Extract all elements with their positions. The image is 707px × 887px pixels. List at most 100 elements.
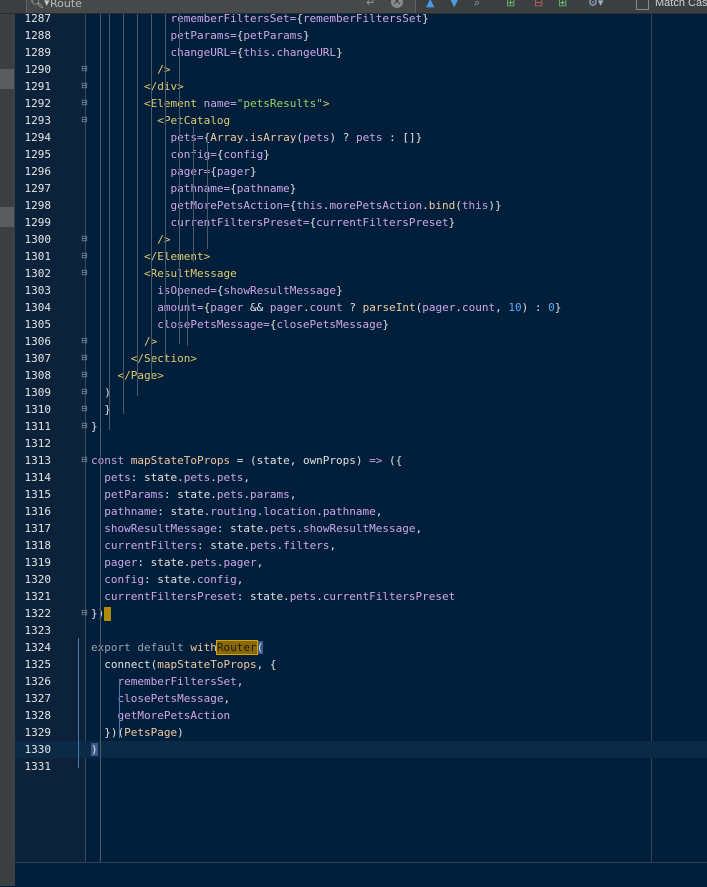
code-token: pets [216, 471, 244, 484]
code-line[interactable]: 1331 [15, 758, 707, 775]
fold-marker-icon[interactable]: ⊟ [81, 370, 88, 379]
code-line[interactable]: 1303 isOpened={showResultMessage} [15, 282, 707, 299]
code-token: export default [91, 641, 191, 654]
code-token: this [296, 199, 323, 212]
code-line[interactable]: 1293 ⊟ <PetCatalog [15, 112, 707, 129]
arrow-down-icon[interactable]: ▼ [450, 0, 458, 9]
code-token: rememberFiltersSet= [91, 12, 297, 25]
code-token: , [495, 301, 509, 314]
code-token: with [190, 641, 217, 654]
match-case-checkbox[interactable] [636, 0, 649, 10]
code-line[interactable]: 1322 ⊟}) [15, 605, 707, 622]
code-line[interactable]: 1311 ⊟} [15, 418, 707, 435]
fold-marker-icon[interactable]: ⊟ [81, 336, 88, 345]
code-line[interactable]: 1306 ⊟ /> [15, 333, 707, 350]
code-line[interactable]: 1302 ⊟ <ResultMessage [15, 265, 707, 282]
code-token: getMorePetsAction [91, 709, 231, 722]
code-line[interactable]: 1316 pathname: state.routing.location.pa… [15, 503, 707, 520]
search-query[interactable]: Route [50, 0, 82, 10]
code-line[interactable]: 1291 ⊟ </div> [15, 78, 707, 95]
code-token: pets= [91, 131, 204, 144]
fold-marker-icon[interactable]: ⊟ [81, 115, 88, 124]
code-line[interactable]: 1312 [15, 435, 707, 452]
find-in-selection-icon[interactable]: ⌕ [474, 0, 480, 10]
line-number: 1296 [24, 165, 52, 178]
left-tool-strip [0, 14, 15, 886]
code-line[interactable]: 1301 ⊟ </Element> [15, 248, 707, 265]
code-line[interactable]: 1290 ⊟ /> [15, 61, 707, 78]
settings-icon[interactable]: ⚙▾ [588, 0, 603, 9]
code-text: }) [91, 605, 112, 622]
code-line[interactable]: 1297 pathname={pathname} [15, 180, 707, 197]
code-token: . [455, 301, 462, 314]
code-token: pets [91, 471, 131, 484]
strip-marker[interactable] [0, 207, 14, 227]
code-line[interactable]: 1307 ⊟ </Section> [15, 350, 707, 367]
code-line[interactable]: 1305 closePetsMessage={closePetsMessage} [15, 316, 707, 333]
code-token: . [243, 131, 250, 144]
code-line[interactable]: 1292 ⊟ <Element name="petsResults"> [15, 95, 707, 112]
code-text: /> [91, 231, 170, 248]
code-line[interactable]: 1289 changeURL={this.changeURL} [15, 44, 707, 61]
code-text: showResultMessage: state.pets.showResult… [91, 520, 422, 537]
code-line[interactable]: 1321 currentFiltersPreset: state.pets.cu… [15, 588, 707, 605]
code-line[interactable]: 1318 currentFilters: state.pets.filters, [15, 537, 707, 554]
fold-marker-icon[interactable]: ⊟ [81, 234, 88, 243]
code-line[interactable]: 1300 ⊟ /> [15, 231, 707, 248]
code-line[interactable]: 1323 [15, 622, 707, 639]
line-number: 1298 [24, 199, 52, 212]
code-line[interactable]: 1320 config: state.config, [15, 571, 707, 588]
code-line[interactable]: 1296 pager={pager} [15, 163, 707, 180]
fold-marker-icon[interactable]: ⊟ [81, 421, 88, 430]
code-token: } [448, 216, 456, 229]
fold-marker-icon[interactable]: ⊟ [81, 98, 88, 107]
fold-marker-icon[interactable]: ⊟ [81, 251, 88, 260]
code-token: 10 [508, 301, 522, 314]
code-token: mapStateToProps [157, 658, 257, 671]
code-line[interactable]: 1313 ⊟ const mapStateToProps = (state, own… [15, 452, 707, 469]
code-line[interactable]: 1308 ⊟ </Page> [15, 367, 707, 384]
strip-marker[interactable] [0, 69, 14, 89]
code-text: </Page> [91, 367, 163, 384]
code-line[interactable]: 1314 pets: state.pets.pets, [15, 469, 707, 486]
code-line[interactable]: 1304 amount={pager && pager.count ? pars… [15, 299, 707, 316]
code-line[interactable]: 1310 ⊟ } [15, 401, 707, 418]
fold-marker-icon[interactable]: ⊟ [81, 81, 88, 90]
add-occurrence-icon[interactable]: ⊞ [506, 0, 515, 9]
fold-marker-icon[interactable]: ⊟ [81, 64, 88, 73]
fold-marker-icon[interactable]: ⊟ [81, 608, 88, 617]
code-line[interactable]: 1317 showResultMessage: state.pets.showR… [15, 520, 707, 537]
code-line[interactable]: 1330) [15, 741, 707, 758]
code-token: pager [91, 556, 138, 569]
select-all-occurrences-icon[interactable]: ⊞ [558, 0, 567, 9]
search-icon[interactable]: 🔍︎▾ [30, 0, 50, 9]
code-token: </Section> [91, 352, 197, 365]
code-line[interactable]: 1295 config={config} [15, 146, 707, 163]
arrow-up-icon[interactable]: ▲ [426, 0, 434, 9]
code-line[interactable]: 1288 petParams={petParams} [15, 27, 707, 44]
line-number: 1324 [24, 641, 52, 654]
code-line[interactable]: 1324 export default withRouter( [15, 639, 707, 656]
fold-marker-icon[interactable]: ⊟ [81, 404, 88, 413]
code-token: parseInt [362, 301, 416, 314]
fold-marker-icon[interactable]: ⊟ [81, 353, 88, 362]
code-line[interactable]: 1294 pets={Array.isArray(pets) ? pets : … [15, 129, 707, 146]
code-line[interactable]: 1309 ⊟ ) [15, 384, 707, 401]
code-text: currentFiltersPreset: state.pets.current… [91, 588, 455, 605]
code-line[interactable]: 1315 petParams: state.pets.params, [15, 486, 707, 503]
code-line[interactable]: 1287 rememberFiltersSet={rememberFilters… [15, 10, 707, 27]
clear-icon[interactable]: ✕ [391, 0, 403, 8]
code-token: } [302, 29, 310, 42]
code-line[interactable]: 1319 pager: state.pets.pager, [15, 554, 707, 571]
fold-marker-icon[interactable]: ⊟ [81, 268, 88, 277]
fold-marker-icon[interactable]: ⊟ [81, 387, 88, 396]
code-token: , { [256, 658, 277, 671]
line-number: 1294 [24, 131, 52, 144]
line-number: 1318 [24, 539, 52, 552]
code-line[interactable]: 1325 connect(mapStateToProps, { [15, 656, 707, 673]
code-line[interactable]: 1299 currentFiltersPreset={currentFilter… [15, 214, 707, 231]
line-number: 1307 [24, 352, 52, 365]
fold-marker-icon[interactable]: ⊟ [81, 455, 88, 464]
remove-occurrence-icon[interactable]: ⊟ [534, 0, 543, 9]
code-line[interactable]: 1298 getMorePetsAction={this.morePetsAct… [15, 197, 707, 214]
